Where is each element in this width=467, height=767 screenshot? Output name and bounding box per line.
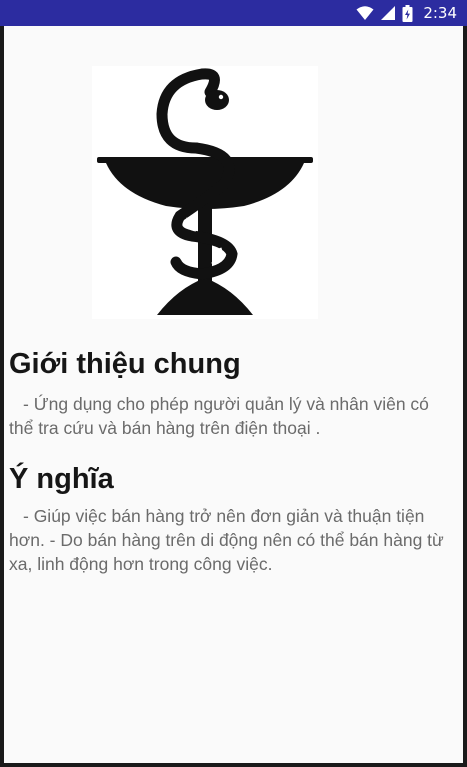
status-bar: 2:34 [0,0,467,26]
status-icons: 2:34 [356,2,457,24]
status-time: 2:34 [423,4,457,22]
section-title-gioi-thieu: Giới thiệu chung [9,348,241,380]
section-title-y-nghia: Ý nghĩa [9,463,114,495]
pharmacy-logo [92,66,318,319]
app-screen: Giới thiệu chung - Ứng dụng cho phép ngư… [4,26,463,763]
wifi-icon [356,6,374,20]
bowl-of-hygieia-icon [97,68,313,315]
section-body-gioi-thieu: - Ứng dụng cho phép người quản lý và nhâ… [9,394,429,438]
cell-signal-icon [381,6,396,20]
battery-icon [402,4,413,22]
section-body-y-nghia: - Giúp việc bán hàng trở nên đơn giản và… [9,506,444,574]
